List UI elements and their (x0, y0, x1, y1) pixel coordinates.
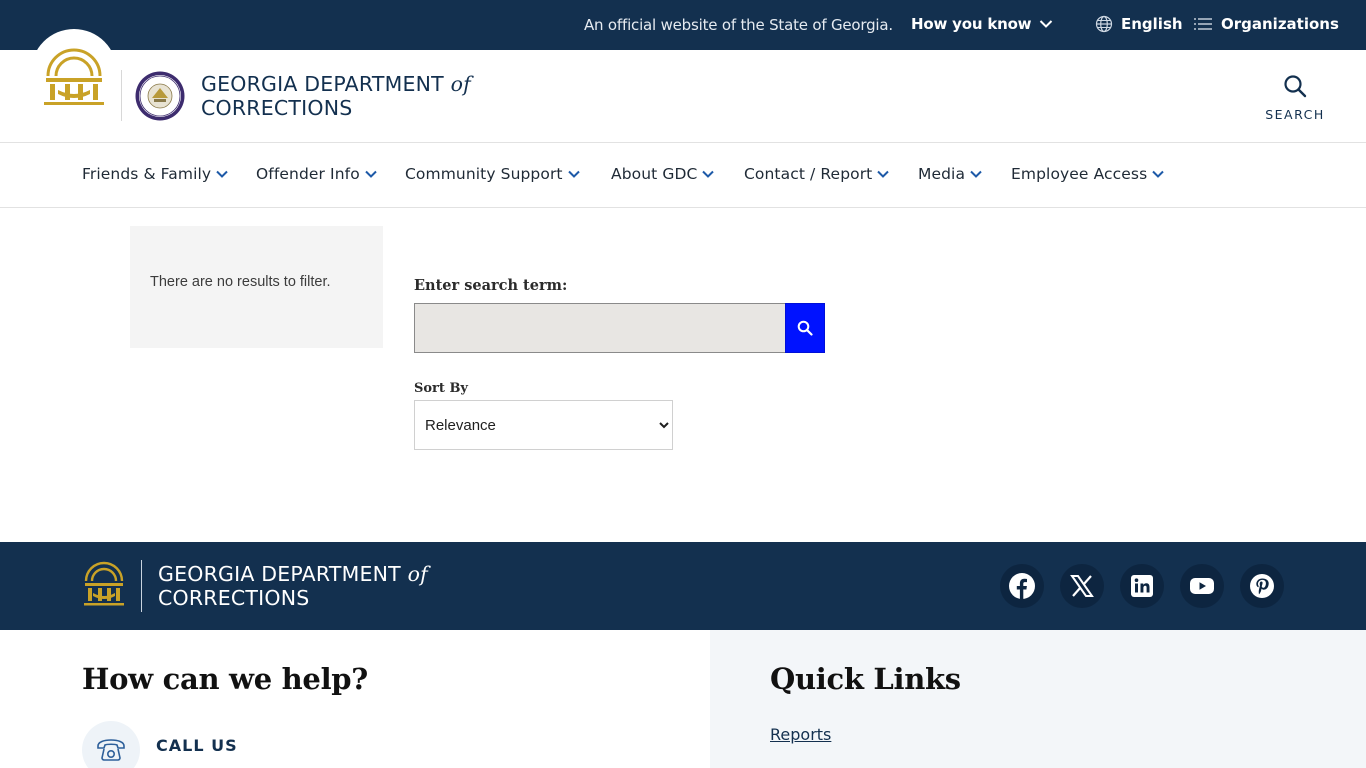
official-banner: An official website of the State of Geor… (0, 0, 1366, 50)
nav-item-label: Offender Info (256, 165, 360, 183)
nav-item-label: About GDC (611, 165, 698, 183)
nav-item-label: Employee Access (1011, 165, 1148, 183)
agency-name-line1: GEORGIA DEPARTMENT (201, 72, 444, 96)
site-header: GEORGIA DEPARTMENT of CORRECTIONS SEARCH (0, 29, 1366, 143)
search-icon (797, 320, 813, 336)
chevron-down-icon (702, 170, 715, 178)
footer-divider (141, 560, 142, 612)
pinterest-icon (1250, 574, 1274, 598)
nav-item-about-gdc[interactable]: About GDC (611, 165, 715, 183)
nav-item-label: Contact / Report (744, 165, 873, 183)
official-website-text: An official website of the State of Geor… (584, 16, 893, 34)
search-submit-button[interactable] (785, 303, 825, 353)
main-navigation: Friends & Family Offender Info Community… (0, 143, 1366, 208)
chevron-down-icon (970, 170, 982, 178)
organizations-menu[interactable]: Organizations (1193, 15, 1339, 33)
footer-brand-band: GEORGIA DEPARTMENT of CORRECTIONS (0, 542, 1366, 630)
agency-name-line2: CORRECTIONS (201, 96, 353, 120)
phone-icon (97, 739, 125, 761)
x-twitter-link[interactable] (1060, 564, 1104, 608)
organizations-label: Organizations (1221, 15, 1339, 33)
nav-item-label: Media (918, 165, 966, 183)
footer-agency-line2: CORRECTIONS (158, 586, 310, 610)
chevron-down-icon (877, 170, 890, 178)
nav-item-offender-info[interactable]: Offender Info (256, 165, 377, 183)
sort-by-label: Sort By (414, 381, 468, 396)
call-us-heading: CALL US (156, 736, 238, 755)
youtube-icon (1190, 578, 1214, 594)
gdc-seal-icon[interactable] (134, 70, 186, 122)
how-you-know-label: How you know (911, 15, 1032, 33)
chevron-down-icon (1040, 20, 1053, 28)
help-section: How can we help? CALL US (0, 630, 710, 768)
nav-item-contact-report[interactable]: Contact / Report (744, 165, 890, 183)
help-heading: How can we help? (82, 662, 368, 696)
facebook-link[interactable] (1000, 564, 1044, 608)
agency-name[interactable]: GEORGIA DEPARTMENT of CORRECTIONS (201, 72, 471, 120)
chevron-down-icon (1152, 170, 1164, 178)
footer-agency-line1: GEORGIA DEPARTMENT (158, 562, 401, 586)
globe-icon (1095, 15, 1113, 33)
quick-links-section: Quick Links Reports (710, 630, 1366, 768)
search-input[interactable] (414, 303, 786, 353)
quick-links-heading: Quick Links (770, 662, 961, 696)
sort-by-select[interactable]: Relevance (414, 400, 673, 450)
quick-link-reports[interactable]: Reports (770, 725, 831, 744)
pinterest-link[interactable] (1240, 564, 1284, 608)
header-search-button[interactable]: SEARCH (1262, 74, 1328, 124)
language-selector[interactable]: English (1095, 15, 1183, 33)
list-icon (1194, 18, 1212, 30)
georgia-seal-icon[interactable] (38, 40, 110, 112)
agency-name-of: of (450, 72, 471, 96)
language-label: English (1121, 15, 1183, 33)
x-icon (1070, 575, 1094, 597)
chevron-down-icon (365, 170, 377, 178)
no-results-message: There are no results to filter. (150, 274, 331, 290)
nav-item-community-support[interactable]: Community Support (405, 165, 580, 183)
nav-item-friends-family[interactable]: Friends & Family (82, 165, 228, 183)
header-search-label: SEARCH (1265, 107, 1325, 122)
nav-item-media[interactable]: Media (918, 165, 982, 183)
footer-agency-name[interactable]: GEORGIA DEPARTMENT of CORRECTIONS (158, 562, 428, 610)
facebook-icon (1009, 573, 1035, 599)
nav-item-employee-access[interactable]: Employee Access (1011, 165, 1164, 183)
header-divider (121, 70, 122, 121)
chevron-down-icon (216, 170, 228, 178)
nav-item-label: Friends & Family (82, 165, 212, 183)
nav-item-label: Community Support (405, 165, 563, 183)
linkedin-icon (1131, 575, 1153, 597)
georgia-seal-icon[interactable] (82, 559, 126, 609)
search-term-label: Enter search term: (414, 277, 568, 294)
search-icon (1284, 75, 1307, 98)
filter-panel: There are no results to filter. (130, 226, 383, 348)
chevron-down-icon (567, 170, 580, 178)
phone-icon-circle (82, 721, 140, 768)
youtube-link[interactable] (1180, 564, 1224, 608)
footer-agency-of: of (407, 562, 428, 586)
how-you-know-toggle[interactable]: How you know (911, 15, 1053, 33)
linkedin-link[interactable] (1120, 564, 1164, 608)
